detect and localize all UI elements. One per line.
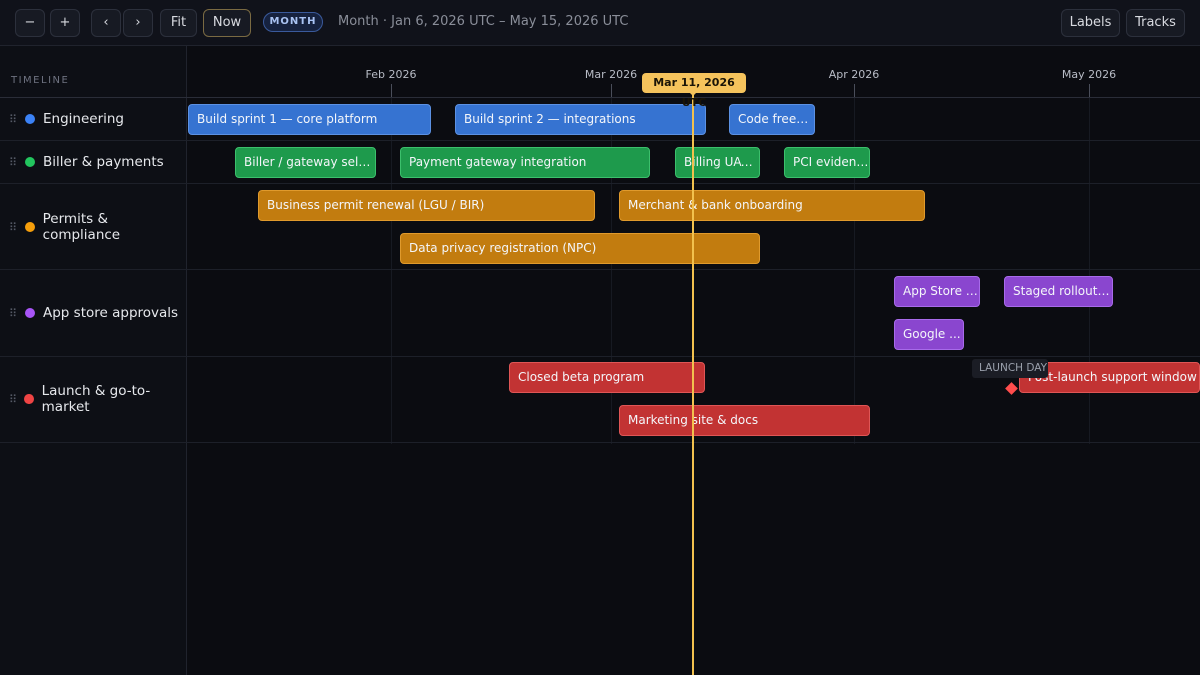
track-engineering[interactable]: ⠿ Engineering xyxy=(0,109,187,129)
timeline-bar[interactable]: PCI evidenc... xyxy=(784,147,870,178)
next-button[interactable]: › xyxy=(123,9,153,37)
month-gridline xyxy=(391,98,392,444)
timeline-bar[interactable]: Business permit renewal (LGU / BIR) xyxy=(258,190,595,221)
zoom-in-button[interactable]: + xyxy=(50,9,80,37)
previous-button[interactable]: ‹ xyxy=(91,9,121,37)
timeline-bar[interactable]: Data privacy registration (NPC) xyxy=(400,233,760,264)
month-label: May 2026 xyxy=(1061,68,1117,81)
track-color-dot xyxy=(25,114,35,124)
track-label: Biller & payments xyxy=(43,154,164,170)
row-divider xyxy=(0,183,1200,184)
date-range-text: Month · Jan 6, 2026 UTC – May 15, 2026 U… xyxy=(338,14,629,29)
now-indicator-tip xyxy=(688,91,698,96)
track-color-dot xyxy=(24,222,35,232)
track-label: Permits & compliance xyxy=(42,211,121,243)
month-tick xyxy=(391,84,392,98)
drag-handle-icon[interactable]: ⠿ xyxy=(9,222,18,233)
toolbar: − + ‹ › Fit Now MONTH Month · Jan 6, 202… xyxy=(0,0,1200,46)
month-label: Apr 2026 xyxy=(828,68,880,81)
zoom-out-button[interactable]: − xyxy=(15,9,45,37)
timeline-bar[interactable]: Build sprint 1 — core platform xyxy=(188,104,431,135)
drag-handle-icon[interactable]: ⠿ xyxy=(9,394,17,405)
month-label: Feb 2026 xyxy=(365,68,417,81)
now-indicator-line xyxy=(692,90,694,675)
month-tick xyxy=(1089,84,1090,98)
timeline-bar[interactable]: Merchant & bank onboarding xyxy=(619,190,925,221)
timeline-bar[interactable]: Closed beta program xyxy=(509,362,705,393)
timeline-bar[interactable]: Google ... xyxy=(894,319,964,350)
track-label: Launch & go-to-market xyxy=(41,383,151,415)
row-divider xyxy=(0,269,1200,270)
fit-button[interactable]: Fit xyxy=(160,9,197,37)
timeline-bar[interactable]: Code freeze... xyxy=(729,104,815,135)
track-launch-go-to-market[interactable]: ⠿ Launch & go-to-market xyxy=(0,383,187,415)
track-color-dot xyxy=(25,308,35,318)
track-color-dot xyxy=(25,157,35,167)
drag-handle-icon[interactable]: ⠿ xyxy=(9,157,18,168)
track-biller-payments[interactable]: ⠿ Biller & payments xyxy=(0,152,187,172)
track-permits-compliance[interactable]: ⠿ Permits & compliance xyxy=(0,211,187,243)
labels-button[interactable]: Labels xyxy=(1061,9,1120,37)
drag-handle-icon[interactable]: ⠿ xyxy=(9,114,18,125)
tracks-button[interactable]: Tracks xyxy=(1126,9,1185,37)
timeline-bar[interactable]: Biller / gateway selecti... xyxy=(235,147,376,178)
row-divider xyxy=(0,356,1200,357)
track-color-dot xyxy=(24,394,34,404)
month-tick xyxy=(611,84,612,98)
track-label: App store approvals xyxy=(43,305,179,321)
timeline-bar[interactable]: Build sprint 2 — integrations xyxy=(455,104,706,135)
timeline-bar[interactable]: Billing UAT ... xyxy=(675,147,760,178)
month-tick xyxy=(854,84,855,98)
now-indicator-flag: Mar 11, 2026 UTC xyxy=(642,73,746,109)
timeline-bar[interactable]: App Store r... xyxy=(894,276,980,307)
timeline-bar[interactable]: Staged rollout 1... xyxy=(1004,276,1113,307)
track-app-store-approvals[interactable]: ⠿ App store approvals xyxy=(0,303,187,323)
track-label: Engineering xyxy=(43,111,124,127)
milestone-diamond-icon[interactable] xyxy=(1005,382,1018,395)
header-divider xyxy=(0,97,1200,98)
drag-handle-icon[interactable]: ⠿ xyxy=(9,308,18,319)
row-divider xyxy=(0,442,1200,443)
milestone-label: LAUNCH DAY xyxy=(972,359,1048,378)
timeline-header-label: TIMELINE xyxy=(11,75,70,86)
timeline-bar[interactable]: Marketing site & docs xyxy=(619,405,870,436)
now-button[interactable]: Now xyxy=(203,9,251,37)
row-divider xyxy=(0,140,1200,141)
month-label: Mar 2026 xyxy=(584,68,638,81)
timeline-bar[interactable]: Payment gateway integration xyxy=(400,147,650,178)
zoom-mode-badge[interactable]: MONTH xyxy=(263,12,323,32)
